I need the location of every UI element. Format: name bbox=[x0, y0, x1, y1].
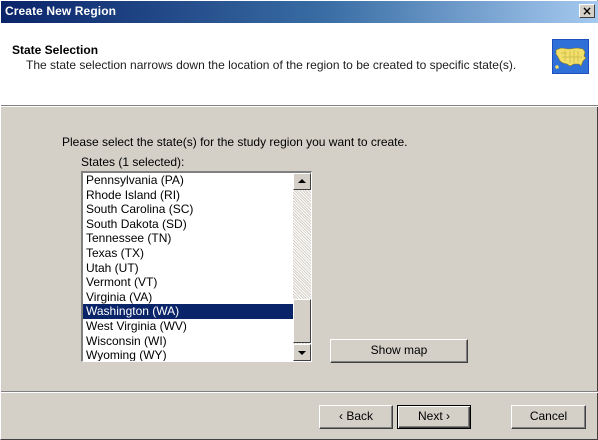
state-list-item[interactable]: South Dakota (SD) bbox=[83, 217, 294, 232]
create-new-region-dialog: Create New Region × State Selection The … bbox=[0, 0, 598, 440]
states-list-label: States (1 selected): bbox=[81, 155, 185, 169]
scroll-thumb[interactable] bbox=[293, 299, 311, 343]
state-list-item[interactable]: Wyoming (WY) bbox=[83, 348, 294, 361]
back-button[interactable]: ‹ Back bbox=[319, 405, 393, 429]
step-description: The state selection narrows down the loc… bbox=[26, 58, 517, 72]
arrow-up-icon bbox=[298, 179, 306, 183]
state-list-item[interactable]: Pennsylvania (PA) bbox=[83, 173, 294, 188]
arrow-down-icon bbox=[298, 351, 306, 355]
states-list-items: Pennsylvania (PA) Rhode Island (RI) South … bbox=[83, 173, 294, 361]
scroll-down-button[interactable] bbox=[293, 344, 311, 361]
cancel-button[interactable]: Cancel bbox=[511, 405, 586, 429]
state-list-item[interactable]: Tennessee (TN) bbox=[83, 231, 294, 246]
header-divider bbox=[1, 105, 598, 107]
next-button[interactable]: Next › bbox=[397, 405, 471, 429]
show-map-button[interactable]: Show map bbox=[330, 339, 468, 363]
close-button[interactable]: × bbox=[579, 4, 595, 18]
wizard-header: State Selection The state selection narr… bbox=[1, 23, 598, 105]
state-list-item[interactable]: Virginia (VA) bbox=[83, 290, 294, 305]
state-list-item[interactable]: Texas (TX) bbox=[83, 246, 294, 261]
state-list-item[interactable]: Washington (WA) bbox=[83, 304, 294, 319]
state-list-item[interactable]: Wisconsin (WI) bbox=[83, 334, 294, 349]
title-bar[interactable]: Create New Region × bbox=[1, 1, 598, 23]
step-title: State Selection bbox=[12, 43, 99, 57]
scroll-up-button[interactable] bbox=[293, 173, 311, 190]
state-list-item[interactable]: Vermont (VT) bbox=[83, 275, 294, 290]
states-scrollbar[interactable] bbox=[293, 173, 311, 361]
footer-divider bbox=[1, 391, 598, 393]
us-map-icon bbox=[552, 39, 589, 74]
state-list-item[interactable]: South Carolina (SC) bbox=[83, 202, 294, 217]
state-list-item[interactable]: Utah (UT) bbox=[83, 261, 294, 276]
state-list-item[interactable]: West Virginia (WV) bbox=[83, 319, 294, 334]
instruction-text: Please select the state(s) for the study… bbox=[62, 135, 408, 149]
state-list-item[interactable]: Rhode Island (RI) bbox=[83, 188, 294, 203]
window-title: Create New Region bbox=[5, 4, 117, 18]
states-listbox[interactable]: Pennsylvania (PA) Rhode Island (RI) South … bbox=[81, 171, 312, 362]
